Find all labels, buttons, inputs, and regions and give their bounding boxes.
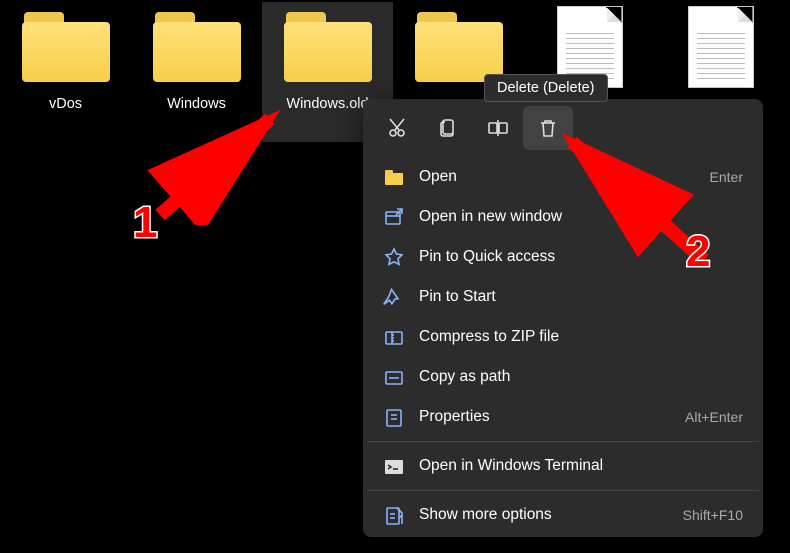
pin-star-icon bbox=[383, 247, 403, 267]
copy-path-icon bbox=[383, 367, 403, 387]
delete-tooltip: Delete (Delete) bbox=[484, 74, 608, 102]
open-icon bbox=[383, 167, 403, 187]
annotation-number-2: 2 bbox=[686, 227, 710, 277]
folder-icon bbox=[153, 12, 241, 82]
menu-item-label: Pin to Start bbox=[419, 288, 496, 306]
menu-item-shortcut: Alt+Enter bbox=[685, 409, 743, 425]
folder-icon bbox=[284, 12, 372, 82]
menu-item-open-in-windows-terminal[interactable]: Open in Windows Terminal bbox=[363, 446, 763, 486]
text-file-icon bbox=[688, 6, 754, 88]
menu-item-label: Open in new window bbox=[419, 208, 562, 226]
menu-item-pin-to-start[interactable]: Pin to Start bbox=[363, 277, 763, 317]
item-label: Windows bbox=[167, 96, 226, 112]
pin-icon bbox=[383, 287, 403, 307]
item-label: vDos bbox=[49, 96, 82, 112]
menu-item-label: Compress to ZIP file bbox=[419, 328, 559, 346]
menu-item-compress-to-zip-file[interactable]: Compress to ZIP file bbox=[363, 317, 763, 357]
properties-icon bbox=[383, 407, 403, 427]
annotation-number-1: 1 bbox=[133, 198, 157, 248]
cut-icon bbox=[387, 117, 409, 139]
rename-icon bbox=[487, 117, 509, 139]
menu-item-label: Properties bbox=[419, 408, 490, 426]
menu-separator bbox=[367, 441, 759, 442]
copy-button[interactable] bbox=[423, 106, 473, 150]
terminal-icon bbox=[383, 456, 403, 476]
copy-icon bbox=[437, 117, 459, 139]
menu-item-label: Open in Windows Terminal bbox=[419, 457, 603, 475]
menu-item-label: Copy as path bbox=[419, 368, 510, 386]
menu-item-shortcut: Shift+F10 bbox=[683, 507, 743, 523]
context-toolbar bbox=[363, 99, 763, 157]
menu-item-label: Pin to Quick access bbox=[419, 248, 555, 266]
menu-item-shortcut: Enter bbox=[710, 169, 743, 185]
new-window-icon bbox=[383, 207, 403, 227]
folder-item[interactable]: Windows bbox=[131, 2, 262, 142]
item-label: Windows.old bbox=[286, 96, 368, 112]
rename-button[interactable] bbox=[473, 106, 523, 150]
delete-button[interactable] bbox=[523, 106, 573, 150]
menu-item-copy-as-path[interactable]: Copy as path bbox=[363, 357, 763, 397]
menu-item-label: Open bbox=[419, 168, 457, 186]
menu-item-show-more-options[interactable]: Show more options Shift+F10 bbox=[363, 495, 763, 535]
folder-icon bbox=[22, 12, 110, 82]
folder-icon bbox=[415, 12, 503, 82]
delete-icon bbox=[537, 117, 559, 139]
menu-separator bbox=[367, 490, 759, 491]
context-menu: Open Enter Open in new window Pin to Quick … bbox=[363, 99, 763, 537]
cut-button[interactable] bbox=[373, 106, 423, 150]
more-icon bbox=[383, 505, 403, 525]
folder-item[interactable]: vDos bbox=[0, 2, 131, 142]
zip-icon bbox=[383, 327, 403, 347]
menu-item-label: Show more options bbox=[419, 506, 552, 524]
menu-item-properties[interactable]: Properties Alt+Enter bbox=[363, 397, 763, 437]
menu-item-open[interactable]: Open Enter bbox=[363, 157, 763, 197]
